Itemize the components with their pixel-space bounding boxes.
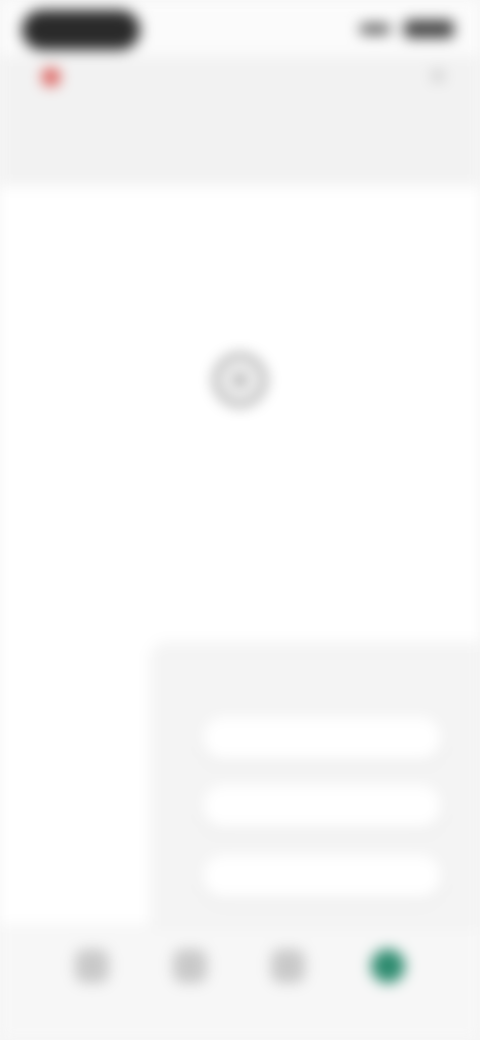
action-sheet bbox=[150, 642, 480, 926]
bottom-nav bbox=[0, 926, 480, 1040]
tab-bar bbox=[0, 126, 480, 166]
status-time bbox=[22, 10, 140, 50]
profile-icon bbox=[271, 949, 305, 983]
status-bar bbox=[0, 0, 480, 56]
battery-icon bbox=[404, 20, 454, 38]
back-dot bbox=[42, 68, 60, 86]
active-tab-icon bbox=[371, 949, 405, 983]
info-icon bbox=[214, 354, 266, 406]
header: ✕ bbox=[0, 56, 480, 187]
nav-item-active[interactable] bbox=[358, 949, 418, 1009]
back-icon[interactable] bbox=[36, 62, 66, 92]
tab-first[interactable] bbox=[58, 132, 158, 160]
app-screen: ✕ bbox=[0, 0, 480, 1040]
tab-second[interactable] bbox=[190, 132, 290, 160]
nav-item-home[interactable] bbox=[62, 949, 122, 1009]
nav-item-profile[interactable] bbox=[258, 949, 318, 1009]
tab-third[interactable] bbox=[316, 132, 426, 160]
info-icon-inner bbox=[231, 371, 249, 389]
home-icon bbox=[75, 949, 109, 983]
action-button-3[interactable] bbox=[200, 852, 444, 900]
status-icons bbox=[360, 18, 454, 40]
search-icon bbox=[173, 949, 207, 983]
main-content bbox=[0, 186, 480, 926]
close-icon[interactable]: ✕ bbox=[426, 64, 450, 88]
signal-icon bbox=[360, 24, 390, 34]
action-button-1[interactable] bbox=[200, 714, 444, 762]
nav-item-search[interactable] bbox=[160, 949, 220, 1009]
action-button-2[interactable] bbox=[200, 782, 444, 830]
